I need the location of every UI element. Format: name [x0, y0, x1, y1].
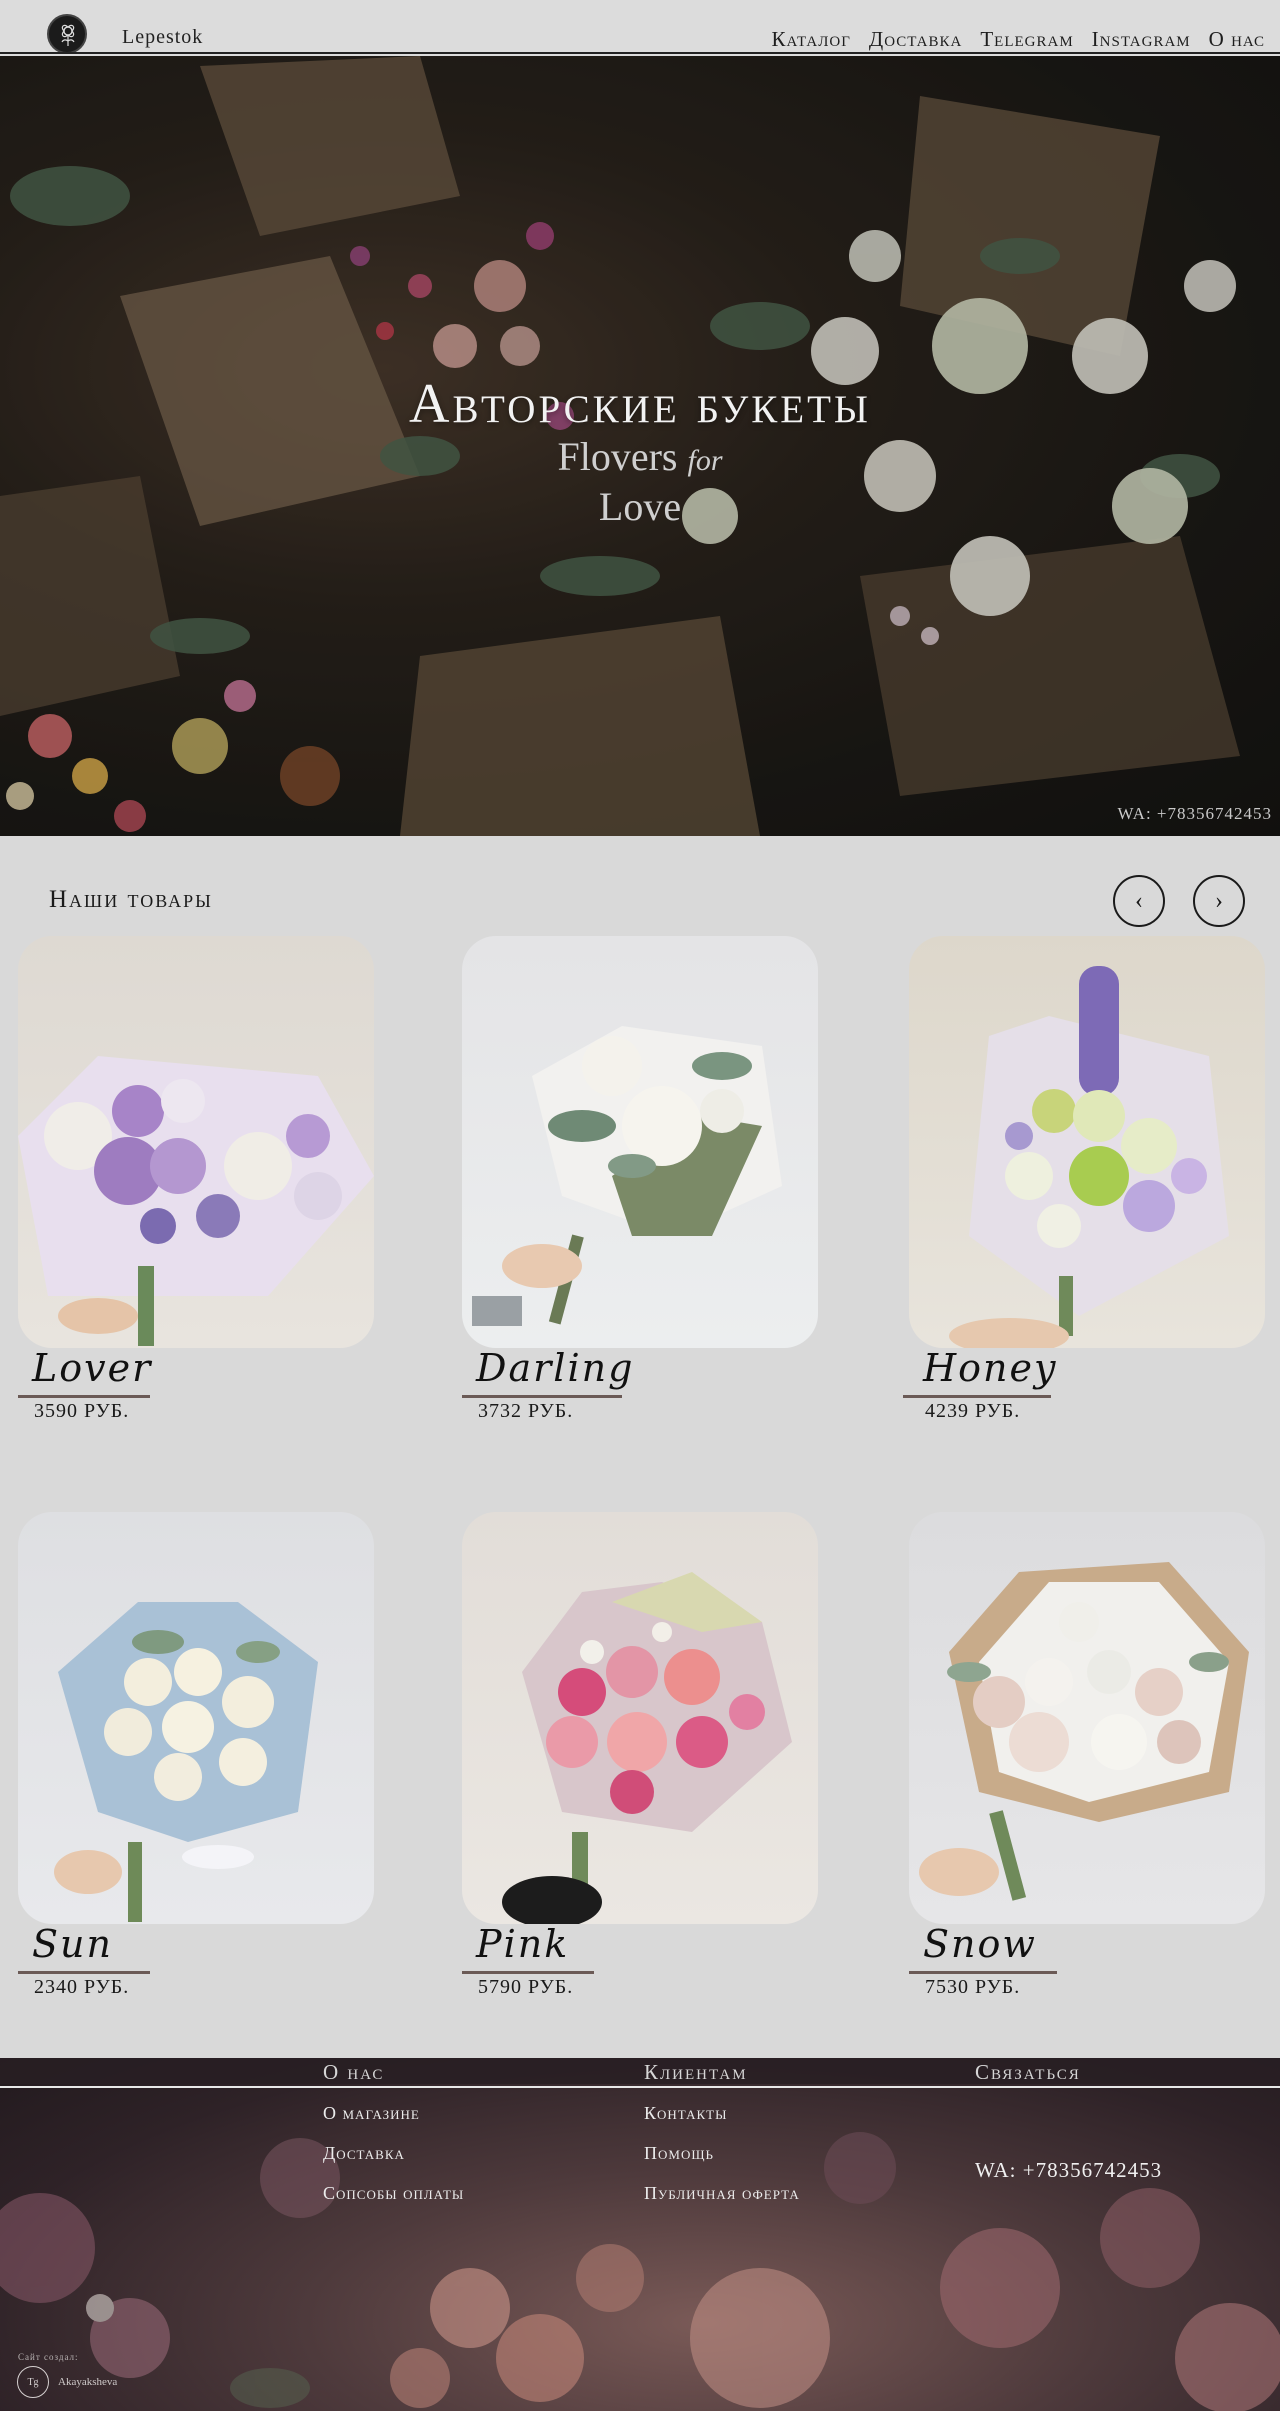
product-name-underline: [18, 1971, 150, 1974]
footer-link-contacts[interactable]: Контакты: [644, 2103, 727, 2124]
hero-subtitle-for: for: [687, 444, 723, 477]
product-photo[interactable]: [18, 936, 374, 1348]
product-name[interactable]: Darling: [476, 1346, 634, 1390]
product-name-underline: [462, 1971, 594, 1974]
product-name[interactable]: Honey: [923, 1346, 1057, 1390]
carousel-prev-button[interactable]: ‹: [1113, 875, 1165, 927]
hero-title: Авторские букеты: [409, 373, 871, 435]
product-photo[interactable]: [909, 1512, 1265, 1924]
product-name-underline: [462, 1395, 622, 1398]
telegram-icon[interactable]: Tg: [17, 2366, 49, 2398]
product-name-underline: [903, 1395, 1051, 1398]
footer-whatsapp-number[interactable]: WA: +78356742453: [975, 2158, 1162, 2183]
product-name-underline: [18, 1395, 150, 1398]
chevron-right-icon: ›: [1215, 887, 1223, 914]
product-name-underline: [909, 1971, 1057, 1974]
hero-subtitle-word2: Love: [598, 484, 682, 529]
nav-instagram[interactable]: Instagram: [1092, 27, 1191, 52]
site-footer: О нас О магазине Доставка Сопсобы оплаты…: [0, 2058, 1280, 2411]
nav-delivery[interactable]: Доставка: [869, 27, 962, 52]
footer-link-offer[interactable]: Публичная оферта: [644, 2183, 800, 2204]
footer-heading-contact: Связаться: [975, 2060, 1081, 2084]
product-name[interactable]: Snow: [923, 1922, 1037, 1966]
site-header: Lepestok Каталог Доставка Telegram Insta…: [0, 0, 1280, 56]
main-nav: Каталог Доставка Telegram Instagram О на…: [753, 27, 1265, 52]
logo-flower-icon[interactable]: [47, 14, 87, 54]
product-name[interactable]: Lover: [32, 1346, 152, 1390]
footer-credit-label: Сайт создал:: [18, 2352, 79, 2362]
nav-catalog[interactable]: Каталог: [771, 27, 850, 52]
product-name[interactable]: Pink: [476, 1922, 569, 1966]
product-price: 7530 РУБ.: [925, 1976, 1021, 1998]
hero-subtitle-word1: Flovers: [557, 434, 678, 479]
product-price: 3590 РУБ.: [34, 1400, 130, 1422]
product-photo[interactable]: [462, 1512, 818, 1924]
footer-divider: [0, 2086, 1280, 2088]
footer-link-payment[interactable]: Сопсобы оплаты: [323, 2183, 464, 2204]
carousel-next-button[interactable]: ›: [1193, 875, 1245, 927]
footer-heading-clients: Клиентам: [644, 2060, 748, 2084]
product-price: 4239 РУБ.: [925, 1400, 1021, 1422]
footer-credit-name[interactable]: Akayaksheva: [58, 2376, 117, 2388]
footer-link-about-store[interactable]: О магазине: [323, 2103, 420, 2124]
product-photo[interactable]: [462, 936, 818, 1348]
hero-banner: Авторские букеты Flovers for Love WA: +7…: [0, 56, 1280, 836]
telegram-badge-text: Tg: [27, 2376, 39, 2388]
nav-about[interactable]: О нас: [1209, 27, 1265, 52]
footer-link-help[interactable]: Помощь: [644, 2143, 714, 2164]
nav-telegram[interactable]: Telegram: [980, 27, 1073, 52]
product-price: 5790 РУБ.: [478, 1976, 574, 1998]
product-price: 3732 РУБ.: [478, 1400, 574, 1422]
product-price: 2340 РУБ.: [34, 1976, 130, 1998]
footer-heading-about: О нас: [323, 2060, 385, 2084]
hero-whatsapp-number[interactable]: WA: +78356742453: [1118, 804, 1273, 824]
product-photo[interactable]: [909, 936, 1265, 1348]
footer-link-delivery[interactable]: Доставка: [323, 2143, 405, 2164]
footer-flowers-image: [0, 2058, 1280, 2411]
product-name[interactable]: Sun: [32, 1922, 113, 1966]
brand-name[interactable]: Lepestok: [122, 26, 203, 49]
products-title: Наши товары: [49, 886, 213, 913]
product-photo[interactable]: [18, 1512, 374, 1924]
chevron-left-icon: ‹: [1135, 887, 1143, 914]
hero-subtitle: Flovers for Love: [0, 434, 1280, 530]
